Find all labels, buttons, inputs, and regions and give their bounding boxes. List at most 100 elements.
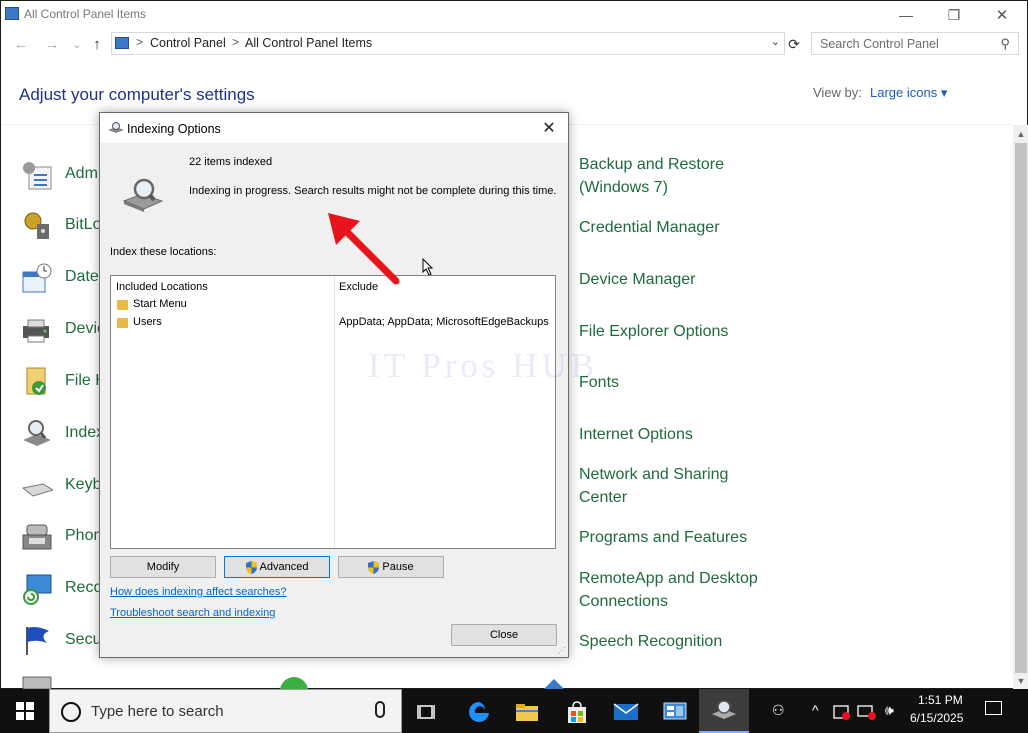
troubleshoot-link[interactable]: Troubleshoot search and indexing	[110, 607, 275, 619]
uac-shield-icon	[245, 560, 257, 574]
security-tray-button[interactable]	[832, 699, 852, 725]
file-explorer-button[interactable]	[514, 699, 540, 725]
store-button[interactable]	[564, 699, 590, 725]
search-placeholder: Search Control Panel	[820, 37, 939, 51]
indexing-options-icon	[712, 700, 736, 719]
title-bar: All Control Panel Items — ❐ ✕	[1, 1, 1027, 29]
modify-button[interactable]: Modify	[110, 556, 216, 578]
file-history-icon	[26, 367, 46, 395]
system-icon	[544, 679, 564, 689]
advanced-button[interactable]: Advanced	[224, 556, 330, 578]
dialog-close-button[interactable]: ✕	[534, 115, 564, 141]
back-button[interactable]: ←	[11, 34, 31, 54]
clock-date[interactable]: 6/15/2025	[910, 711, 963, 725]
window-title: All Control Panel Items	[24, 7, 147, 21]
locations-list[interactable]: Included Locations Exclude Start Menu Us…	[110, 275, 556, 549]
location-start-menu[interactable]: Start Menu	[133, 298, 187, 310]
cp-item-label: BitLo	[65, 216, 102, 233]
taskbar-search-box[interactable]: Type here to search	[49, 689, 402, 733]
cp-item-file-explorer-options[interactable]: File Explorer Options	[579, 320, 728, 343]
view-by-dropdown[interactable]: Large icons ▾	[870, 85, 947, 101]
people-icon[interactable]: ⚇	[772, 702, 785, 719]
mail-button[interactable]	[613, 699, 639, 725]
devices-printers-icon	[23, 319, 49, 343]
location-exclude: AppData; AppData; MicrosoftEdgeBackups	[339, 316, 549, 328]
microphone-icon[interactable]	[375, 701, 385, 718]
mail-icon	[613, 703, 639, 720]
scroll-up-icon[interactable]: ▲	[1013, 126, 1028, 142]
taskbar-search-placeholder: Type here to search	[91, 703, 224, 720]
how-indexing-link[interactable]: How does indexing affect searches?	[110, 586, 287, 598]
close-button[interactable]: ✕	[979, 3, 1025, 27]
windows-logo-icon	[15, 702, 34, 720]
cp-item-label: Center	[579, 489, 628, 506]
breadcrumb-separator: >	[232, 35, 240, 49]
refresh-button[interactable]: ⟳	[785, 35, 803, 53]
navigation-bar: ← → ⌄ ↑ > Control Panel > All Control Pa…	[1, 31, 1027, 57]
indexing-options-taskbar-button[interactable]	[699, 689, 749, 733]
address-bar[interactable]: > Control Panel > All Control Panel Item…	[111, 32, 785, 55]
page-title: Adjust your computer's settings	[19, 85, 255, 104]
store-icon	[568, 701, 586, 723]
cp-item-label: Keyb	[65, 476, 102, 493]
sync-center-icon	[280, 677, 308, 689]
storage-spaces-icon	[22, 676, 52, 689]
recovery-icon	[23, 574, 52, 605]
cp-item-network-sharing[interactable]: Network and Sharing Center	[579, 463, 728, 509]
edge-icon	[469, 702, 489, 722]
vertical-scrollbar[interactable]: ▲ ▼	[1013, 125, 1028, 690]
task-view-button[interactable]	[414, 699, 440, 725]
dialog-close-action-button[interactable]: Close	[451, 624, 557, 646]
column-divider	[334, 276, 335, 548]
breadcrumb-separator: >	[136, 35, 144, 49]
included-locations-header[interactable]: Included Locations	[116, 281, 208, 293]
cp-item-credential-manager[interactable]: Credential Manager	[579, 216, 720, 239]
scrollbar-thumb[interactable]	[1015, 143, 1027, 673]
view-by-label: View by:	[813, 85, 862, 100]
cp-item-speech-recognition[interactable]: Speech Recognition	[579, 630, 722, 653]
cp-item-label: Date	[65, 268, 99, 285]
annotation-arrow	[328, 213, 400, 285]
minimize-button[interactable]: —	[883, 3, 929, 27]
indexing-status-message: Indexing in progress. Search results mig…	[189, 185, 557, 197]
dialog-title: Indexing Options	[127, 122, 221, 136]
resize-grip-icon[interactable]: ⋰	[558, 646, 566, 655]
control-panel-icon	[115, 37, 129, 49]
cp-item-internet-options[interactable]: Internet Options	[579, 423, 693, 446]
action-center-icon[interactable]	[985, 701, 1002, 715]
cp-item-device-manager[interactable]: Device Manager	[579, 268, 696, 291]
control-panel-taskbar-button[interactable]	[662, 699, 688, 725]
cortana-icon	[61, 702, 81, 722]
cp-item-label: Secu	[65, 631, 102, 648]
search-icon[interactable]: ⚲	[1000, 36, 1010, 52]
show-hidden-icons-button[interactable]: ^	[812, 702, 819, 718]
start-button[interactable]	[0, 689, 49, 733]
cp-item-label: Phon	[65, 527, 103, 544]
breadcrumb-all-items[interactable]: All Control Panel Items	[245, 36, 372, 50]
indexing-status-icon	[122, 178, 164, 212]
breadcrumb-control-panel[interactable]: Control Panel	[150, 36, 226, 50]
cp-item-label: Adm	[65, 165, 98, 182]
scroll-down-icon[interactable]: ▼	[1013, 673, 1028, 689]
forward-button[interactable]: →	[42, 34, 62, 54]
volume-icon[interactable]: 🕪	[885, 702, 894, 719]
cp-item-remoteapp[interactable]: RemoteApp and Desktop Connections	[579, 567, 758, 613]
pause-button[interactable]: Pause	[338, 556, 444, 578]
clock-time[interactable]: 1:51 PM	[918, 693, 963, 707]
location-users[interactable]: Users	[133, 316, 162, 328]
cp-item-backup-restore[interactable]: Backup and Restore (Windows 7)	[579, 153, 724, 199]
search-input[interactable]: Search Control Panel ⚲	[811, 32, 1019, 55]
address-dropdown-icon[interactable]: ⌄	[771, 35, 780, 48]
cp-item-label: Programs and Features	[579, 529, 748, 546]
cp-item-label: Internet Options	[579, 426, 693, 443]
task-view-icon	[417, 705, 435, 719]
maximize-button[interactable]: ❐	[931, 3, 977, 27]
network-tray-button[interactable]	[856, 699, 878, 725]
edge-button[interactable]	[466, 699, 492, 725]
modify-button-label: Modify	[146, 561, 180, 573]
up-button[interactable]: ↑	[87, 34, 107, 54]
cp-item-label: Reco	[65, 579, 103, 596]
recent-locations-button[interactable]: ⌄	[67, 34, 87, 54]
close-button-label: Close	[489, 629, 519, 641]
cp-item-programs-features[interactable]: Programs and Features	[579, 526, 747, 549]
